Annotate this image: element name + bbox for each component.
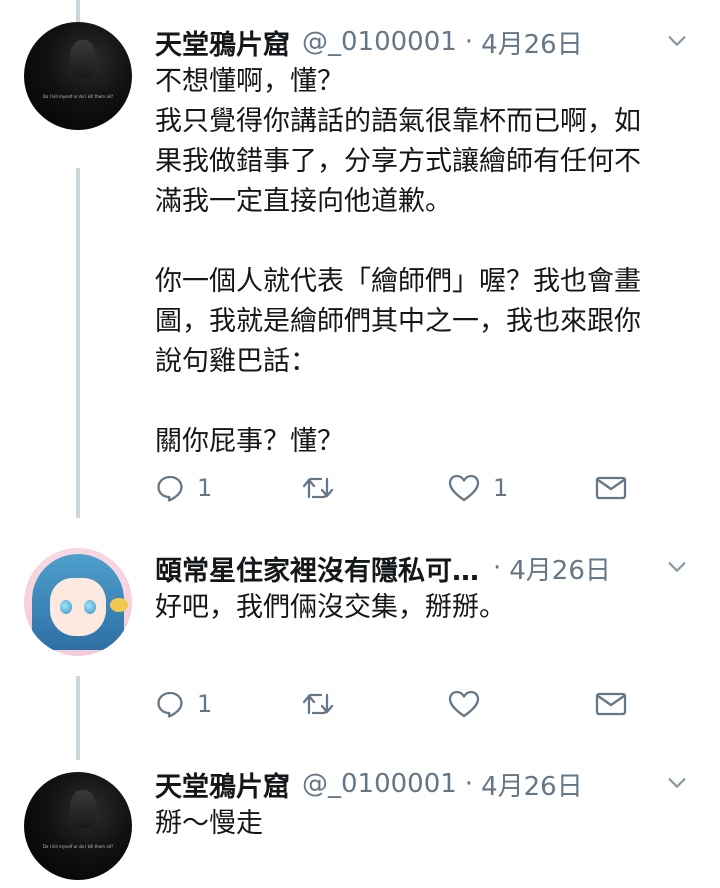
avatar[interactable] (24, 548, 132, 656)
text-line: 關你屁事？懂？ (155, 426, 344, 457)
text-line: 說句雞巴話： (155, 346, 317, 377)
tweet-header: 頤常星住家裡沒有隱私可… · 4月26日 (155, 548, 696, 588)
avatar-caption: Do I kill myself or do I kill them all? (42, 94, 114, 99)
tweet-text: 掰～慢走 (155, 804, 690, 844)
user-handle[interactable]: @_0100001 (302, 27, 457, 57)
direct-message-button[interactable] (595, 468, 627, 508)
tweet-date[interactable]: 4月26日 (481, 766, 583, 803)
like-button[interactable]: 1 (447, 468, 508, 508)
separator-dot: · (464, 769, 474, 799)
text-line: 掰～慢走 (155, 808, 263, 839)
thread-connector (76, 0, 80, 22)
envelope-icon (595, 476, 627, 500)
reply-icon (157, 691, 183, 718)
text-line: 好吧，我們倆沒交集，掰掰。 (155, 592, 506, 623)
tweet-date[interactable]: 4月26日 (481, 24, 583, 61)
text-line: 圖，我就是繪師們其中之一，我也來跟你 (155, 306, 641, 337)
tweet-text: 好吧，我們倆沒交集，掰掰。 (155, 588, 690, 628)
separator-dot: · (464, 27, 474, 57)
display-name[interactable]: 天堂鴉片窟 (155, 765, 290, 804)
chevron-down-icon[interactable] (666, 772, 688, 794)
tweet-thread: Do I kill myself or do I kill them all? … (0, 0, 720, 888)
reply-button[interactable]: 1 (155, 684, 212, 724)
tweet[interactable]: Do I kill myself or do I kill them all? … (0, 764, 720, 888)
text-line: 果我做錯事了，分享方式讓繪師有任何不 (155, 146, 641, 177)
avatar[interactable]: Do I kill myself or do I kill them all? (24, 22, 132, 130)
direct-message-button[interactable] (595, 684, 627, 724)
text-line: 我只覺得你講話的語氣很靠杯而已啊，如 (155, 106, 641, 137)
tweet-date[interactable]: 4月26日 (509, 550, 611, 587)
like-button[interactable] (447, 684, 493, 724)
reply-count: 1 (197, 690, 213, 718)
retweet-button[interactable] (301, 468, 347, 508)
eye-shape (84, 600, 96, 614)
text-line: 滿我一定直接向他道歉。 (155, 186, 452, 217)
like-count: 1 (493, 474, 509, 502)
tweet[interactable]: 頤常星住家裡沒有隱私可… · 4月26日 好吧，我們倆沒交集，掰掰。 1 (0, 548, 720, 748)
heart-icon (448, 690, 480, 718)
tweet-actions: 1 1 (155, 468, 655, 508)
portrait-figure (70, 40, 96, 78)
heart-icon (448, 474, 480, 502)
chevron-down-icon[interactable] (666, 556, 688, 578)
avatar-caption: Do I kill myself or do I kill them all? (42, 844, 114, 849)
separator-dot: · (493, 553, 502, 583)
display-name[interactable]: 頤常星住家裡沒有隱私可… (155, 549, 479, 588)
retweet-button[interactable] (301, 684, 347, 724)
tweet-actions: 1 (155, 684, 655, 724)
retweet-icon (302, 693, 334, 715)
avatar[interactable]: Do I kill myself or do I kill them all? (24, 772, 132, 880)
display-name[interactable]: 天堂鴉片窟 (155, 23, 290, 62)
tweet[interactable]: Do I kill myself or do I kill them all? … (0, 22, 720, 522)
chevron-down-icon[interactable] (666, 30, 688, 52)
retweet-icon (302, 477, 334, 499)
portrait-figure (70, 790, 96, 828)
text-line: 你一個人就代表「繪師們」喔？我也會畫 (155, 266, 641, 297)
tweet-header: 天堂鴉片窟 @_0100001 · 4月26日 (155, 764, 696, 804)
eye-shape (60, 600, 72, 614)
reply-button[interactable]: 1 (155, 468, 212, 508)
hair-ribbon (110, 598, 128, 612)
reply-count: 1 (197, 474, 213, 502)
text-line: 不想懂啊，懂？ (155, 66, 344, 97)
face-shape (50, 578, 106, 636)
tweet-header: 天堂鴉片窟 @_0100001 · 4月26日 (155, 22, 696, 62)
user-handle[interactable]: @_0100001 (302, 769, 457, 799)
envelope-icon (595, 692, 627, 716)
reply-icon (157, 475, 183, 502)
tweet-text: 不想懂啊，懂？ 我只覺得你講話的語氣很靠杯而已啊，如 果我做錯事了，分享方式讓繪… (155, 62, 690, 462)
